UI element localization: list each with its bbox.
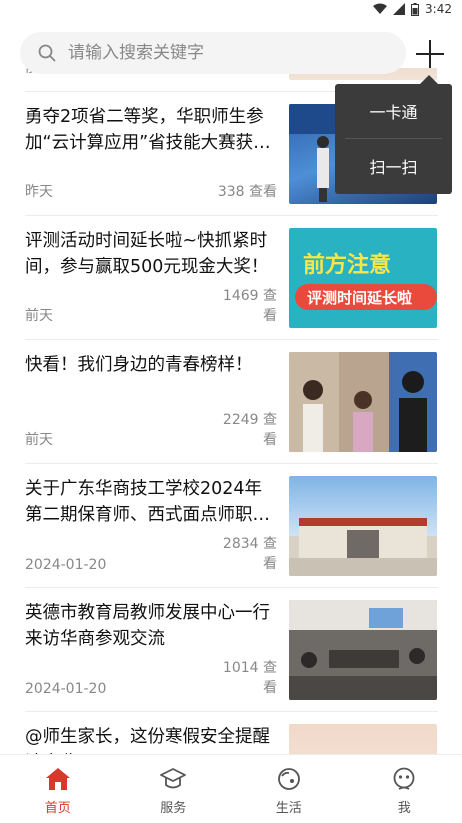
tab-label: 生活 — [275, 801, 302, 816]
tab-label: 服务 — [160, 801, 187, 816]
tab-home[interactable]: 首页 — [0, 755, 116, 823]
news-thumbnail — [289, 600, 437, 700]
popup-menu: 一卡通 扫一扫 — [335, 75, 452, 194]
search-bar[interactable] — [20, 32, 406, 74]
status-bar: 3:42 — [0, 0, 462, 20]
news-item[interactable]: @师生家长，这份寒假安全提醒请查收！ — [25, 712, 438, 754]
news-views: 338 查看 — [217, 184, 277, 200]
news-thumbnail — [289, 476, 437, 576]
bottom-tab-bar: 首页 服务 生活 我 — [0, 754, 462, 823]
top-header — [0, 20, 462, 74]
menu-item-card[interactable]: 一卡通 — [335, 84, 452, 138]
news-item[interactable]: 关于广东华商技工学校2024年第二期保育师、西式面点师职… 2024-01-20… — [25, 464, 438, 588]
tab-me[interactable]: 我 — [347, 755, 462, 823]
graduation-cap-icon — [160, 768, 187, 789]
tab-label: 我 — [397, 801, 411, 816]
news-views: 2249 查看 — [222, 412, 277, 448]
thumb-text-2: 评测时间延长啦 — [307, 289, 412, 307]
status-time: 3:42 — [425, 2, 452, 16]
news-title: 快看！我们身边的青春榜样！ — [25, 355, 253, 375]
life-icon — [277, 768, 300, 790]
search-icon — [38, 44, 56, 62]
tab-life[interactable]: 生活 — [231, 755, 347, 823]
face-icon — [393, 767, 415, 790]
news-thumbnail: 前方注意 评测时间延长啦 — [289, 228, 437, 328]
add-menu-button[interactable] — [416, 40, 444, 68]
tab-label: 首页 — [44, 801, 71, 816]
news-views: 2834 查看 — [222, 536, 277, 572]
news-thumbnail — [289, 352, 437, 452]
news-item[interactable]: 快看！我们身边的青春榜样！ 前天 2249 查看 — [25, 340, 438, 464]
home-icon — [45, 768, 70, 790]
news-title: 评测活动时间延长啦~快抓紧时间，参与赢取500元现金大奖！ — [25, 231, 269, 277]
news-title: 英德市教育局教师发展中心一行来访华商参观交流 — [25, 603, 270, 649]
news-item[interactable]: 英德市教育局教师发展中心一行来访华商参观交流 2024-01-20 1014 查… — [25, 588, 438, 712]
search-input[interactable] — [68, 43, 368, 63]
news-date: 2024-01-20 — [25, 557, 107, 573]
news-date: 2024-01-20 — [25, 681, 107, 697]
news-views: 1014 查看 — [222, 660, 277, 696]
status-icons: 3:42 — [373, 2, 452, 16]
tab-service[interactable]: 服务 — [116, 755, 232, 823]
news-views: 1469 查看 — [222, 288, 277, 324]
news-title: 勇夺2项省二等奖，华职师生参加“云计算应用”省技能大赛获… — [25, 107, 271, 153]
battery-icon — [411, 2, 420, 16]
news-date: 前天 — [25, 308, 53, 324]
news-date: 前天 — [25, 432, 53, 448]
news-title: @师生家长，这份寒假安全提醒请查收！ — [25, 727, 270, 754]
thumb-text-1: 前方注意 — [303, 252, 391, 278]
menu-item-scan[interactable]: 扫一扫 — [335, 139, 452, 193]
wifi-icon — [373, 3, 388, 14]
signal-icon — [393, 3, 406, 15]
news-date: 昨天 — [25, 184, 53, 200]
news-thumbnail — [289, 724, 437, 754]
news-title: 关于广东华商技工学校2024年第二期保育师、西式面点师职… — [25, 479, 270, 525]
news-item[interactable]: 评测活动时间延长啦~快抓紧时间，参与赢取500元现金大奖！ 前天 1469 查看… — [25, 216, 438, 340]
